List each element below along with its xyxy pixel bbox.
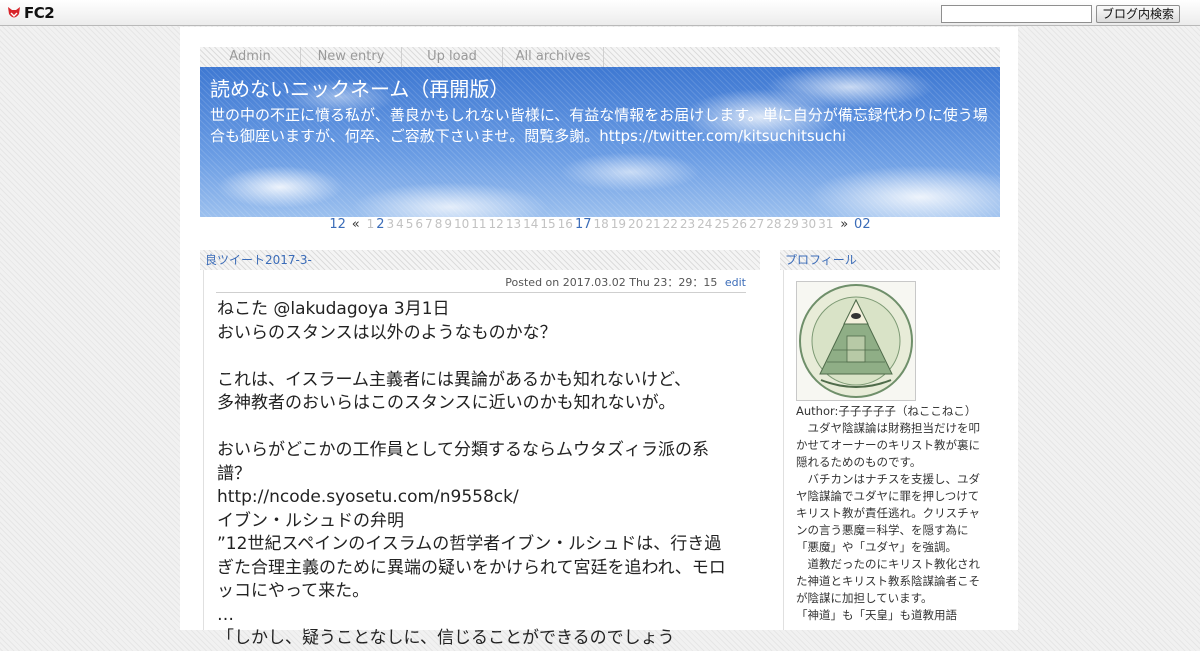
calendar-day: 28: [766, 217, 782, 231]
eye-of-providence-icon: [799, 284, 913, 398]
profile-avatar: [796, 281, 916, 401]
calendar-day: 5: [405, 217, 414, 231]
calendar-day: 4: [396, 217, 404, 231]
entry-body: ねこた @lakudagoya 3月1日おいらのスタンスは以外のようなものかな？…: [217, 298, 737, 651]
calendar-day: 29: [783, 217, 799, 231]
calendar-next-month[interactable]: 02: [854, 217, 871, 232]
calendar-day: 15: [540, 217, 556, 231]
calendar-day: 9: [444, 217, 452, 231]
blog-search-input[interactable]: [941, 5, 1092, 23]
calendar-day: 16: [557, 217, 573, 231]
entry-edit-link[interactable]: edit: [725, 276, 746, 289]
entry-line: おいらがどこかの工作員として分類するならムウタズィラ派の系譜？: [217, 440, 709, 484]
entry-posted-date: Posted on 2017.03.02 Thu 23：29：15: [505, 276, 718, 289]
entry-meta: Posted on 2017.03.02 Thu 23：29：15 edit: [216, 276, 746, 293]
nav-new-entry[interactable]: New entry: [301, 47, 402, 67]
calendar-day: 3: [386, 217, 395, 231]
admin-nav: Admin New entry Up load All archives: [200, 47, 1000, 67]
calendar-days: 1 2 3 4 5 6 7 8 9 10 11 12 13 14 15 16 17 18 19 20 21 22 23 24 2…: [366, 217, 835, 232]
profile-title: プロフィール: [780, 250, 1000, 270]
profile-author: Author:子子子子子（ねここねこ）: [796, 404, 977, 418]
profile-paragraph: ユダヤ陰謀論は財務担当だけを叩かせてオーナーのキリスト教が裏に隠れるためのもので…: [796, 421, 980, 469]
calendar-day: 24: [697, 217, 713, 231]
calendar-day[interactable]: 17: [575, 217, 592, 232]
fc2-fox-icon: [8, 7, 20, 18]
calendar-day: 12: [488, 217, 504, 231]
calendar: 12 « 1 2 3 4 5 6 7 8 9 10 11 12 13 14 15 16 17 18 19 20 21 22…: [200, 217, 1000, 233]
profile-text: Author:子子子子子（ねここねこ） ユダヤ陰謀論は財務担当だけを叩かせてオー…: [796, 403, 980, 624]
entry-line: おいらのスタンスは以外のようなものかな？: [217, 322, 557, 343]
entry-title[interactable]: 良ツイート2017-3-: [200, 250, 760, 270]
entry-line: イブン・ルシュドの弁明: [217, 510, 404, 531]
profile-plugin: Author:子子子子子（ねここねこ） ユダヤ陰謀論は財務担当だけを叩かせてオー…: [783, 270, 984, 630]
fc2-logo-text: FC2: [24, 4, 55, 22]
calendar-day: 7: [425, 217, 433, 231]
calendar-day: 1: [366, 217, 375, 231]
fc2-top-bar: FC2 ブログ内検索: [0, 0, 1200, 26]
entry-line: 多神教者のおいらはこのスタンスに近いのかも知れないが。: [217, 393, 676, 413]
entry-line: ”12世紀スペインのイスラムの哲学者イブン・ルシュドは、行き過ぎた合理主義のため…: [217, 534, 726, 601]
calendar-day: 22: [662, 217, 678, 231]
profile-paragraph: バチカンはナチスを支援し、ユダヤ陰謀論でユダヤに罪を押しつけてキリスト教が責任逃…: [796, 472, 980, 554]
calendar-day: 21: [645, 217, 661, 231]
calendar-day: 26: [731, 217, 748, 231]
blog-search-button[interactable]: ブログ内検索: [1096, 5, 1180, 23]
entry-line: これは、イスラーム主義者には異論があるかも知れないけど、: [217, 369, 692, 390]
calendar-day: 14: [523, 217, 539, 231]
entry-line: http://ncode.syosetu.com/n9558ck/: [217, 487, 519, 507]
calendar-day[interactable]: 2: [376, 217, 384, 232]
calendar-day: 27: [749, 217, 765, 231]
entry-blank-line: [217, 345, 737, 369]
nav-admin[interactable]: Admin: [200, 47, 301, 67]
entry: Posted on 2017.03.02 Thu 23：29：15 edit ね…: [203, 270, 759, 648]
calendar-day: 18: [593, 217, 609, 231]
blog-description: 世の中の不正に憤る私が、善良かもしれない皆様に、有益な情報をお届けします。単に自…: [210, 106, 988, 145]
calendar-day: 6: [415, 217, 424, 231]
calendar-day: 20: [628, 217, 644, 231]
nav-all-archives[interactable]: All archives: [503, 47, 604, 67]
entry-line: ねこた @lakudagoya 3月1日: [217, 299, 450, 319]
calendar-next-arrow: »: [840, 217, 849, 232]
calendar-day: 23: [679, 217, 696, 231]
calendar-day: 19: [610, 217, 627, 231]
blog-page: Admin New entry Up load All archives 読めな…: [180, 27, 1018, 648]
calendar-day: 11: [471, 217, 487, 231]
calendar-day: 10: [453, 217, 470, 231]
profile-paragraph: 「神道」も「天皇」も道教用語: [796, 608, 957, 622]
fc2-logo[interactable]: FC2: [6, 4, 55, 22]
calendar-day: 30: [800, 217, 817, 231]
entry-line: …: [217, 604, 234, 625]
blog-header: 読めないニックネーム（再開版） 世の中の不正に憤る私が、善良かもしれない皆様に、…: [200, 67, 1000, 217]
calendar-prev-arrow: «: [351, 217, 360, 232]
blog-title[interactable]: 読めないニックネーム（再開版）: [210, 73, 509, 102]
calendar-day: 8: [434, 217, 443, 231]
calendar-day: 25: [714, 217, 730, 231]
calendar-prev-month[interactable]: 12: [329, 217, 346, 232]
nav-upload[interactable]: Up load: [402, 47, 503, 67]
entry-line: 「しかし、疑うことなしに、信じることができるのでしょう: [217, 628, 675, 648]
profile-paragraph: 道教だったのにキリスト教化された神道とキリスト教系陰謀論者こそが陰謀に加担してい…: [796, 557, 980, 605]
calendar-day: 13: [505, 217, 522, 231]
calendar-day: 31: [818, 217, 834, 231]
entry-blank-line: [217, 416, 737, 440]
